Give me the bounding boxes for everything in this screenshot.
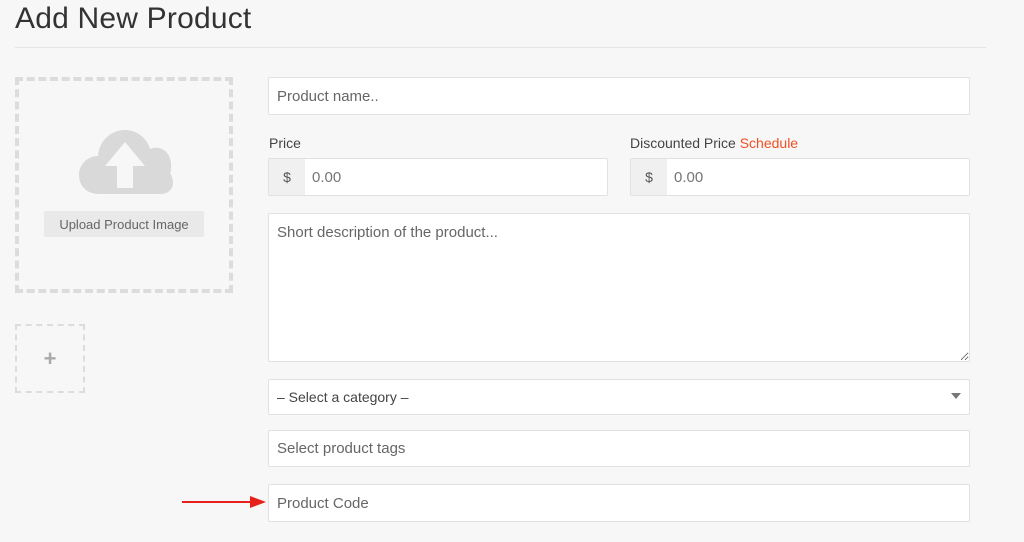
chevron-down-icon xyxy=(951,393,961,399)
discounted-price-input-group: $ xyxy=(630,158,970,196)
discount-currency-addon: $ xyxy=(631,159,667,195)
price-currency-addon: $ xyxy=(269,159,305,195)
discounted-price-input[interactable] xyxy=(667,159,969,195)
price-input[interactable] xyxy=(305,159,607,195)
annotation-arrow-icon xyxy=(182,496,266,508)
product-image-dropzone[interactable]: Upload Product Image xyxy=(15,77,233,293)
add-gallery-image-button[interactable]: + xyxy=(15,324,85,393)
category-select[interactable]: – Select a category – xyxy=(268,379,970,415)
title-divider xyxy=(15,47,986,48)
discounted-price-label-text: Discounted Price xyxy=(630,135,736,151)
short-description-textarea[interactable] xyxy=(268,213,970,362)
schedule-link[interactable]: Schedule xyxy=(740,135,798,151)
price-input-group: $ xyxy=(268,158,608,196)
upload-product-image-button[interactable]: Upload Product Image xyxy=(44,211,204,237)
discounted-price-label: Discounted Price Schedule xyxy=(630,135,798,151)
product-tags-input[interactable] xyxy=(268,430,970,467)
category-select-value: – Select a category – xyxy=(277,389,409,405)
product-code-input[interactable] xyxy=(268,484,970,522)
page-title: Add New Product xyxy=(15,2,252,35)
product-name-input[interactable] xyxy=(268,77,970,115)
price-label: Price xyxy=(269,135,301,151)
cloud-upload-icon xyxy=(79,130,173,194)
plus-icon: + xyxy=(43,345,57,371)
add-product-page: Add New Product Upload Product Image + P… xyxy=(0,0,1024,542)
